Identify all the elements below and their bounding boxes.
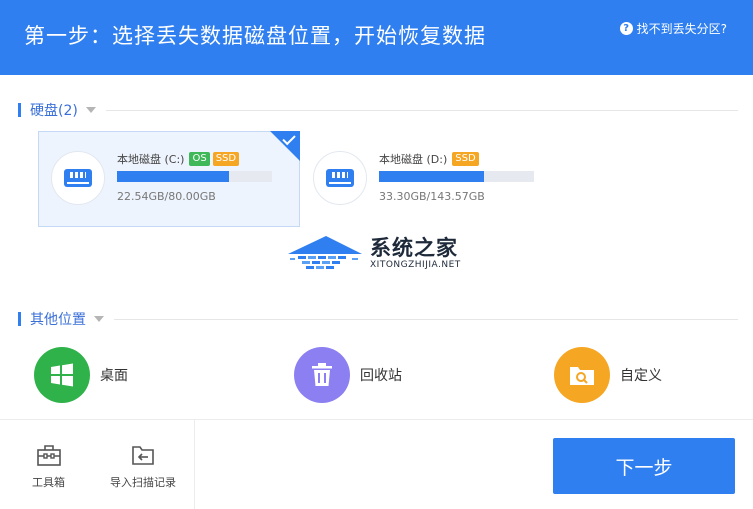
disks-section-label: 硬盘(2) bbox=[30, 103, 78, 119]
disk-usage-bar bbox=[117, 171, 272, 182]
import-scan-record-button[interactable]: 导入扫描记录 bbox=[110, 443, 176, 490]
watermark-subtitle: XITONGZHIJIA.NET bbox=[370, 260, 461, 270]
footer-vertical-divider bbox=[194, 420, 195, 509]
disk-icon-circle bbox=[313, 151, 367, 205]
chevron-down-icon bbox=[94, 316, 104, 322]
windows-icon bbox=[51, 363, 73, 387]
disk-name: 本地磁盘 (D:) bbox=[379, 153, 448, 166]
other-section-header[interactable]: 其他位置 bbox=[18, 309, 738, 329]
help-link-label: 找不到丢失分区? bbox=[636, 22, 727, 36]
hard-drive-icon bbox=[64, 169, 92, 187]
hard-drive-icon bbox=[326, 169, 354, 187]
disk-name: 本地磁盘 (C:) bbox=[117, 153, 185, 166]
watermark: 系统之家 XITONGZHIJIA.NET bbox=[286, 228, 476, 280]
location-custom[interactable]: 自定义 bbox=[554, 347, 662, 403]
location-icon-circle bbox=[294, 347, 350, 403]
disk-icon-circle bbox=[51, 151, 105, 205]
disk-card-c[interactable]: 本地磁盘 (C:) OS SSD 22.54GB/80.00GB bbox=[38, 131, 300, 227]
location-label: 桌面 bbox=[100, 368, 128, 384]
import-scan-record-label: 导入扫描记录 bbox=[110, 476, 176, 489]
section-marker bbox=[18, 312, 21, 326]
section-marker bbox=[18, 103, 21, 117]
trash-icon bbox=[312, 363, 332, 386]
other-section-label: 其他位置 bbox=[30, 312, 86, 328]
disks-section-header[interactable]: 硬盘(2) bbox=[18, 100, 738, 120]
location-icon-circle bbox=[554, 347, 610, 403]
section-divider bbox=[105, 109, 738, 111]
ssd-badge: SSD bbox=[212, 152, 240, 166]
chevron-down-icon bbox=[85, 107, 96, 113]
folder-search-icon bbox=[570, 367, 594, 385]
section-divider bbox=[114, 318, 738, 320]
location-label: 回收站 bbox=[360, 368, 402, 384]
question-icon: ? bbox=[619, 22, 633, 35]
disk-usage-fill bbox=[117, 171, 229, 182]
disk-usage-fill bbox=[379, 171, 485, 182]
selected-corner bbox=[270, 131, 300, 161]
location-icon-circle bbox=[34, 347, 90, 403]
toolbox-label: 工具箱 bbox=[32, 476, 65, 489]
disk-usage-text: 22.54GB/80.00GB bbox=[117, 190, 216, 203]
location-label: 自定义 bbox=[620, 368, 662, 384]
os-badge: OS bbox=[189, 152, 210, 166]
folder-import-icon bbox=[132, 446, 154, 465]
watermark-title: 系统之家 bbox=[370, 236, 458, 260]
disk-usage-text: 33.30GB/143.57GB bbox=[379, 190, 485, 203]
page-title: 第一步：选择丢失数据磁盘位置，开始恢复数据 bbox=[24, 24, 486, 48]
next-step-button[interactable]: 下一步 bbox=[553, 438, 735, 494]
ssd-badge: SSD bbox=[452, 152, 479, 166]
location-recycle-bin[interactable]: 回收站 bbox=[294, 347, 402, 403]
location-desktop[interactable]: 桌面 bbox=[34, 347, 128, 403]
help-link[interactable]: ? 找不到丢失分区? bbox=[619, 20, 727, 37]
disk-card-d[interactable]: 本地磁盘 (D:) SSD 33.30GB/143.57GB bbox=[300, 131, 562, 227]
header-bar: 第一步：选择丢失数据磁盘位置，开始恢复数据 ? 找不到丢失分区? bbox=[0, 0, 753, 75]
footer-divider bbox=[0, 419, 753, 420]
toolbox-button[interactable]: 工具箱 bbox=[32, 443, 65, 490]
disk-usage-bar bbox=[379, 171, 534, 182]
watermark-logo-icon bbox=[288, 236, 362, 269]
toolbox-icon bbox=[36, 445, 61, 466]
